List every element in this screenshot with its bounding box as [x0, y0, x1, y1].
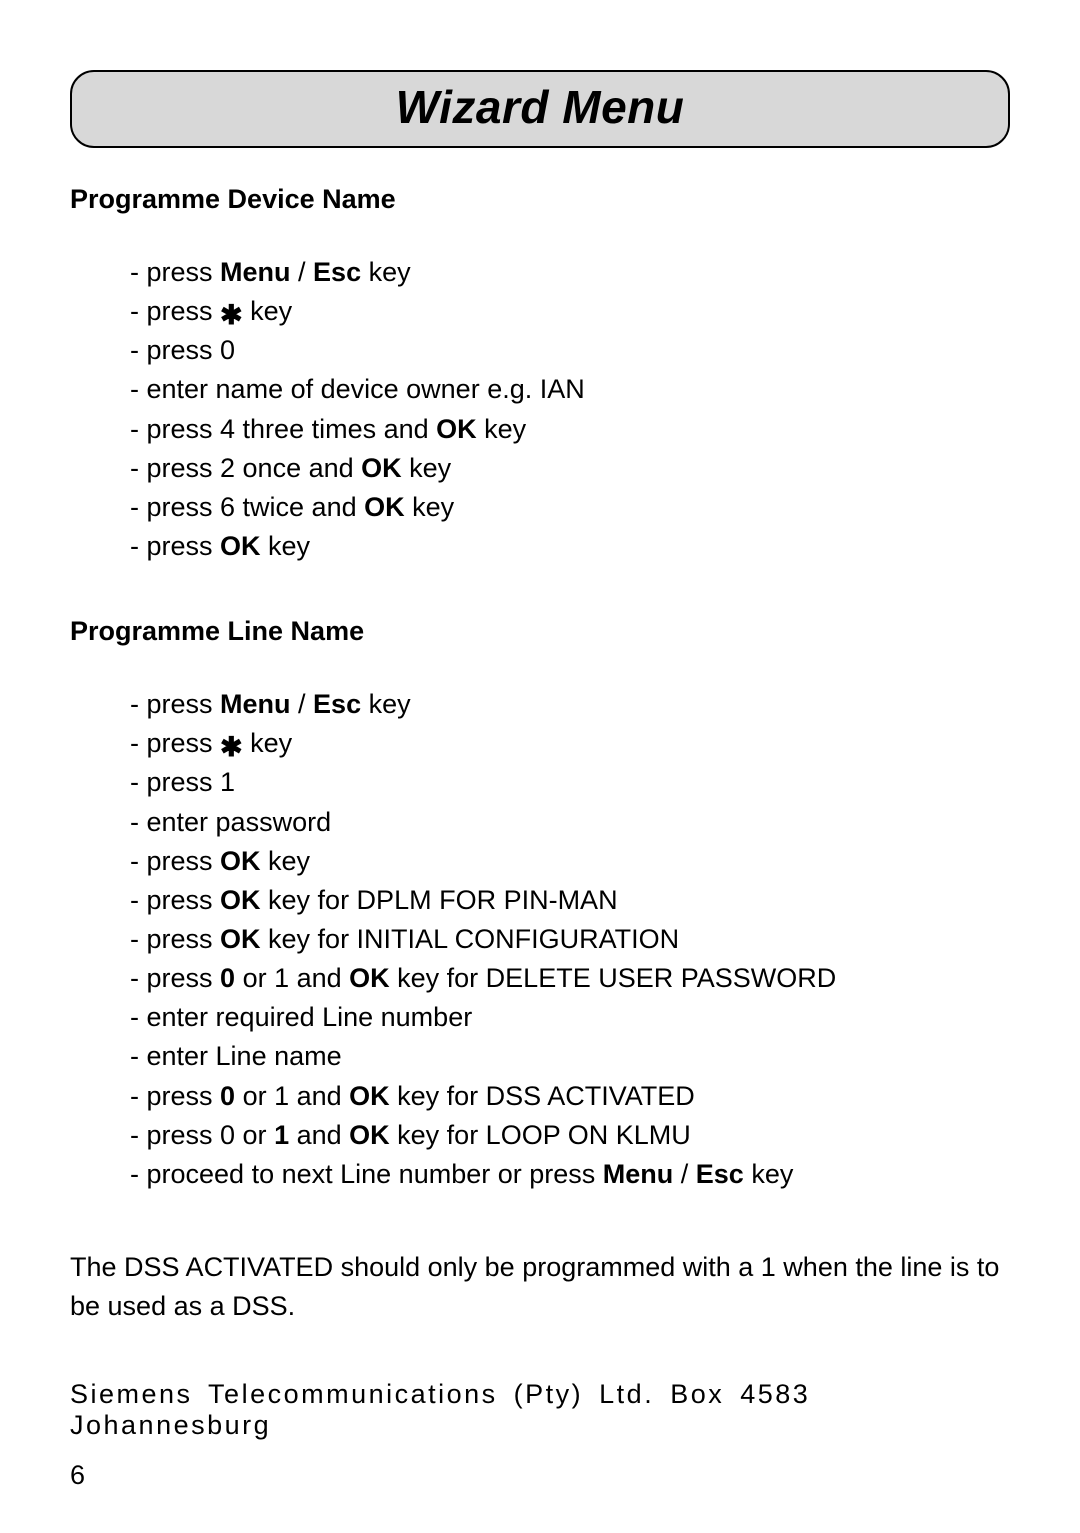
text-run: enter password [147, 807, 332, 837]
note-paragraph: The DSS ACTIVATED should only be program… [70, 1248, 1010, 1326]
text-run: / [291, 689, 314, 719]
step-item: press 1 [130, 763, 1010, 802]
text-run: OK [220, 885, 261, 915]
text-run: press [147, 1081, 221, 1111]
text-run: key for INITIAL CONFIGURATION [261, 924, 680, 954]
text-run: press [147, 257, 221, 287]
page-number: 6 [70, 1460, 85, 1491]
step-item: press OK key [130, 842, 1010, 881]
text-run: key for DELETE USER PASSWORD [390, 963, 837, 993]
text-run: key [243, 296, 293, 326]
title-box: Wizard Menu [70, 70, 1010, 148]
text-run: press 6 twice and [147, 492, 365, 522]
text-run: enter name of device owner e.g. IAN [147, 374, 585, 404]
section: Programme Device Name press Menu / Esc ke… [70, 184, 1010, 566]
section: Programme Line Namepress Menu / Esc keyp… [70, 616, 1010, 1194]
text-run: ✱ [220, 300, 243, 330]
text-run: key [361, 257, 411, 287]
text-run: OK [349, 963, 390, 993]
text-run: press [147, 924, 221, 954]
text-run: press [147, 846, 221, 876]
step-item: press Menu / Esc key [130, 685, 1010, 724]
step-item: enter Line name [130, 1037, 1010, 1076]
text-run: OK [361, 453, 402, 483]
text-run: press 1 [147, 767, 236, 797]
text-run: OK [220, 924, 261, 954]
text-run: and [289, 1120, 349, 1150]
sections-container: Programme Device Name press Menu / Esc ke… [70, 184, 1010, 1194]
steps-list: press Menu / Esc keypress ✱ keypress 0en… [130, 253, 1010, 566]
text-run: 0 [220, 1081, 235, 1111]
text-run: key for DSS ACTIVATED [390, 1081, 695, 1111]
text-run: key [402, 453, 452, 483]
text-run: OK [220, 531, 261, 561]
document-page: Wizard Menu Programme Device Name press M… [0, 0, 1080, 1533]
text-run: press 0 or [147, 1120, 275, 1150]
text-run: or 1 and [235, 963, 349, 993]
text-run: ✱ [220, 732, 243, 762]
text-run: Esc [696, 1159, 744, 1189]
footer-company: Siemens Telecommunications (Pty) Ltd. Bo… [70, 1379, 1010, 1441]
step-item: press OK key [130, 527, 1010, 566]
section-heading: Programme Device Name [70, 184, 1010, 215]
text-run: press [147, 689, 221, 719]
step-item: press OK key for INITIAL CONFIGURATION [130, 920, 1010, 959]
text-run: enter required Line number [147, 1002, 473, 1032]
step-item: press 0 or 1 and OK key for LOOP ON KLMU [130, 1116, 1010, 1155]
step-item: press 4 three times and OK key [130, 410, 1010, 449]
text-run: press [147, 728, 221, 758]
step-item: press ✱ key [130, 292, 1010, 331]
text-run: press 4 three times and [147, 414, 437, 444]
text-run: key [405, 492, 455, 522]
text-run: key [477, 414, 527, 444]
page-title: Wizard Menu [396, 81, 685, 133]
text-run: / [291, 257, 314, 287]
text-run: 0 [220, 963, 235, 993]
text-run: press [147, 963, 221, 993]
step-item: press OK key for DPLM FOR PIN-MAN [130, 881, 1010, 920]
text-run: press [147, 531, 221, 561]
text-run: key for LOOP ON KLMU [390, 1120, 691, 1150]
text-run: OK [364, 492, 405, 522]
step-item: press 2 once and OK key [130, 449, 1010, 488]
step-item: enter password [130, 803, 1010, 842]
text-run: press 0 [147, 335, 236, 365]
text-run: enter Line name [147, 1041, 342, 1071]
text-run: / [673, 1159, 696, 1189]
step-item: press Menu / Esc key [130, 253, 1010, 292]
text-run: OK [220, 846, 261, 876]
step-item: press 0 [130, 331, 1010, 370]
step-item: press 6 twice and OK key [130, 488, 1010, 527]
step-item: proceed to next Line number or press Men… [130, 1155, 1010, 1194]
text-run: 1 [274, 1120, 289, 1150]
text-run: Menu [220, 257, 291, 287]
step-item: enter name of device owner e.g. IAN [130, 370, 1010, 409]
text-run: press [147, 885, 221, 915]
text-run: press [147, 296, 221, 326]
text-run: Esc [313, 689, 361, 719]
step-item: press ✱ key [130, 724, 1010, 763]
text-run: key [243, 728, 293, 758]
text-run: key [361, 689, 411, 719]
text-run: Esc [313, 257, 361, 287]
section-heading: Programme Line Name [70, 616, 1010, 647]
text-run: Menu [603, 1159, 674, 1189]
text-run: key for DPLM FOR PIN-MAN [261, 885, 618, 915]
text-run: OK [349, 1120, 390, 1150]
text-run: OK [436, 414, 477, 444]
text-run: press 2 once and [147, 453, 362, 483]
step-item: press 0 or 1 and OK key for DELETE USER … [130, 959, 1010, 998]
step-item: enter required Line number [130, 998, 1010, 1037]
text-run: or 1 and [235, 1081, 349, 1111]
text-run: key [744, 1159, 794, 1189]
step-item: press 0 or 1 and OK key for DSS ACTIVATE… [130, 1077, 1010, 1116]
text-run: key [261, 846, 311, 876]
text-run: proceed to next Line number or press [147, 1159, 603, 1189]
text-run: key [261, 531, 311, 561]
steps-list: press Menu / Esc keypress ✱ keypress 1en… [130, 685, 1010, 1194]
text-run: OK [349, 1081, 390, 1111]
text-run: Menu [220, 689, 291, 719]
